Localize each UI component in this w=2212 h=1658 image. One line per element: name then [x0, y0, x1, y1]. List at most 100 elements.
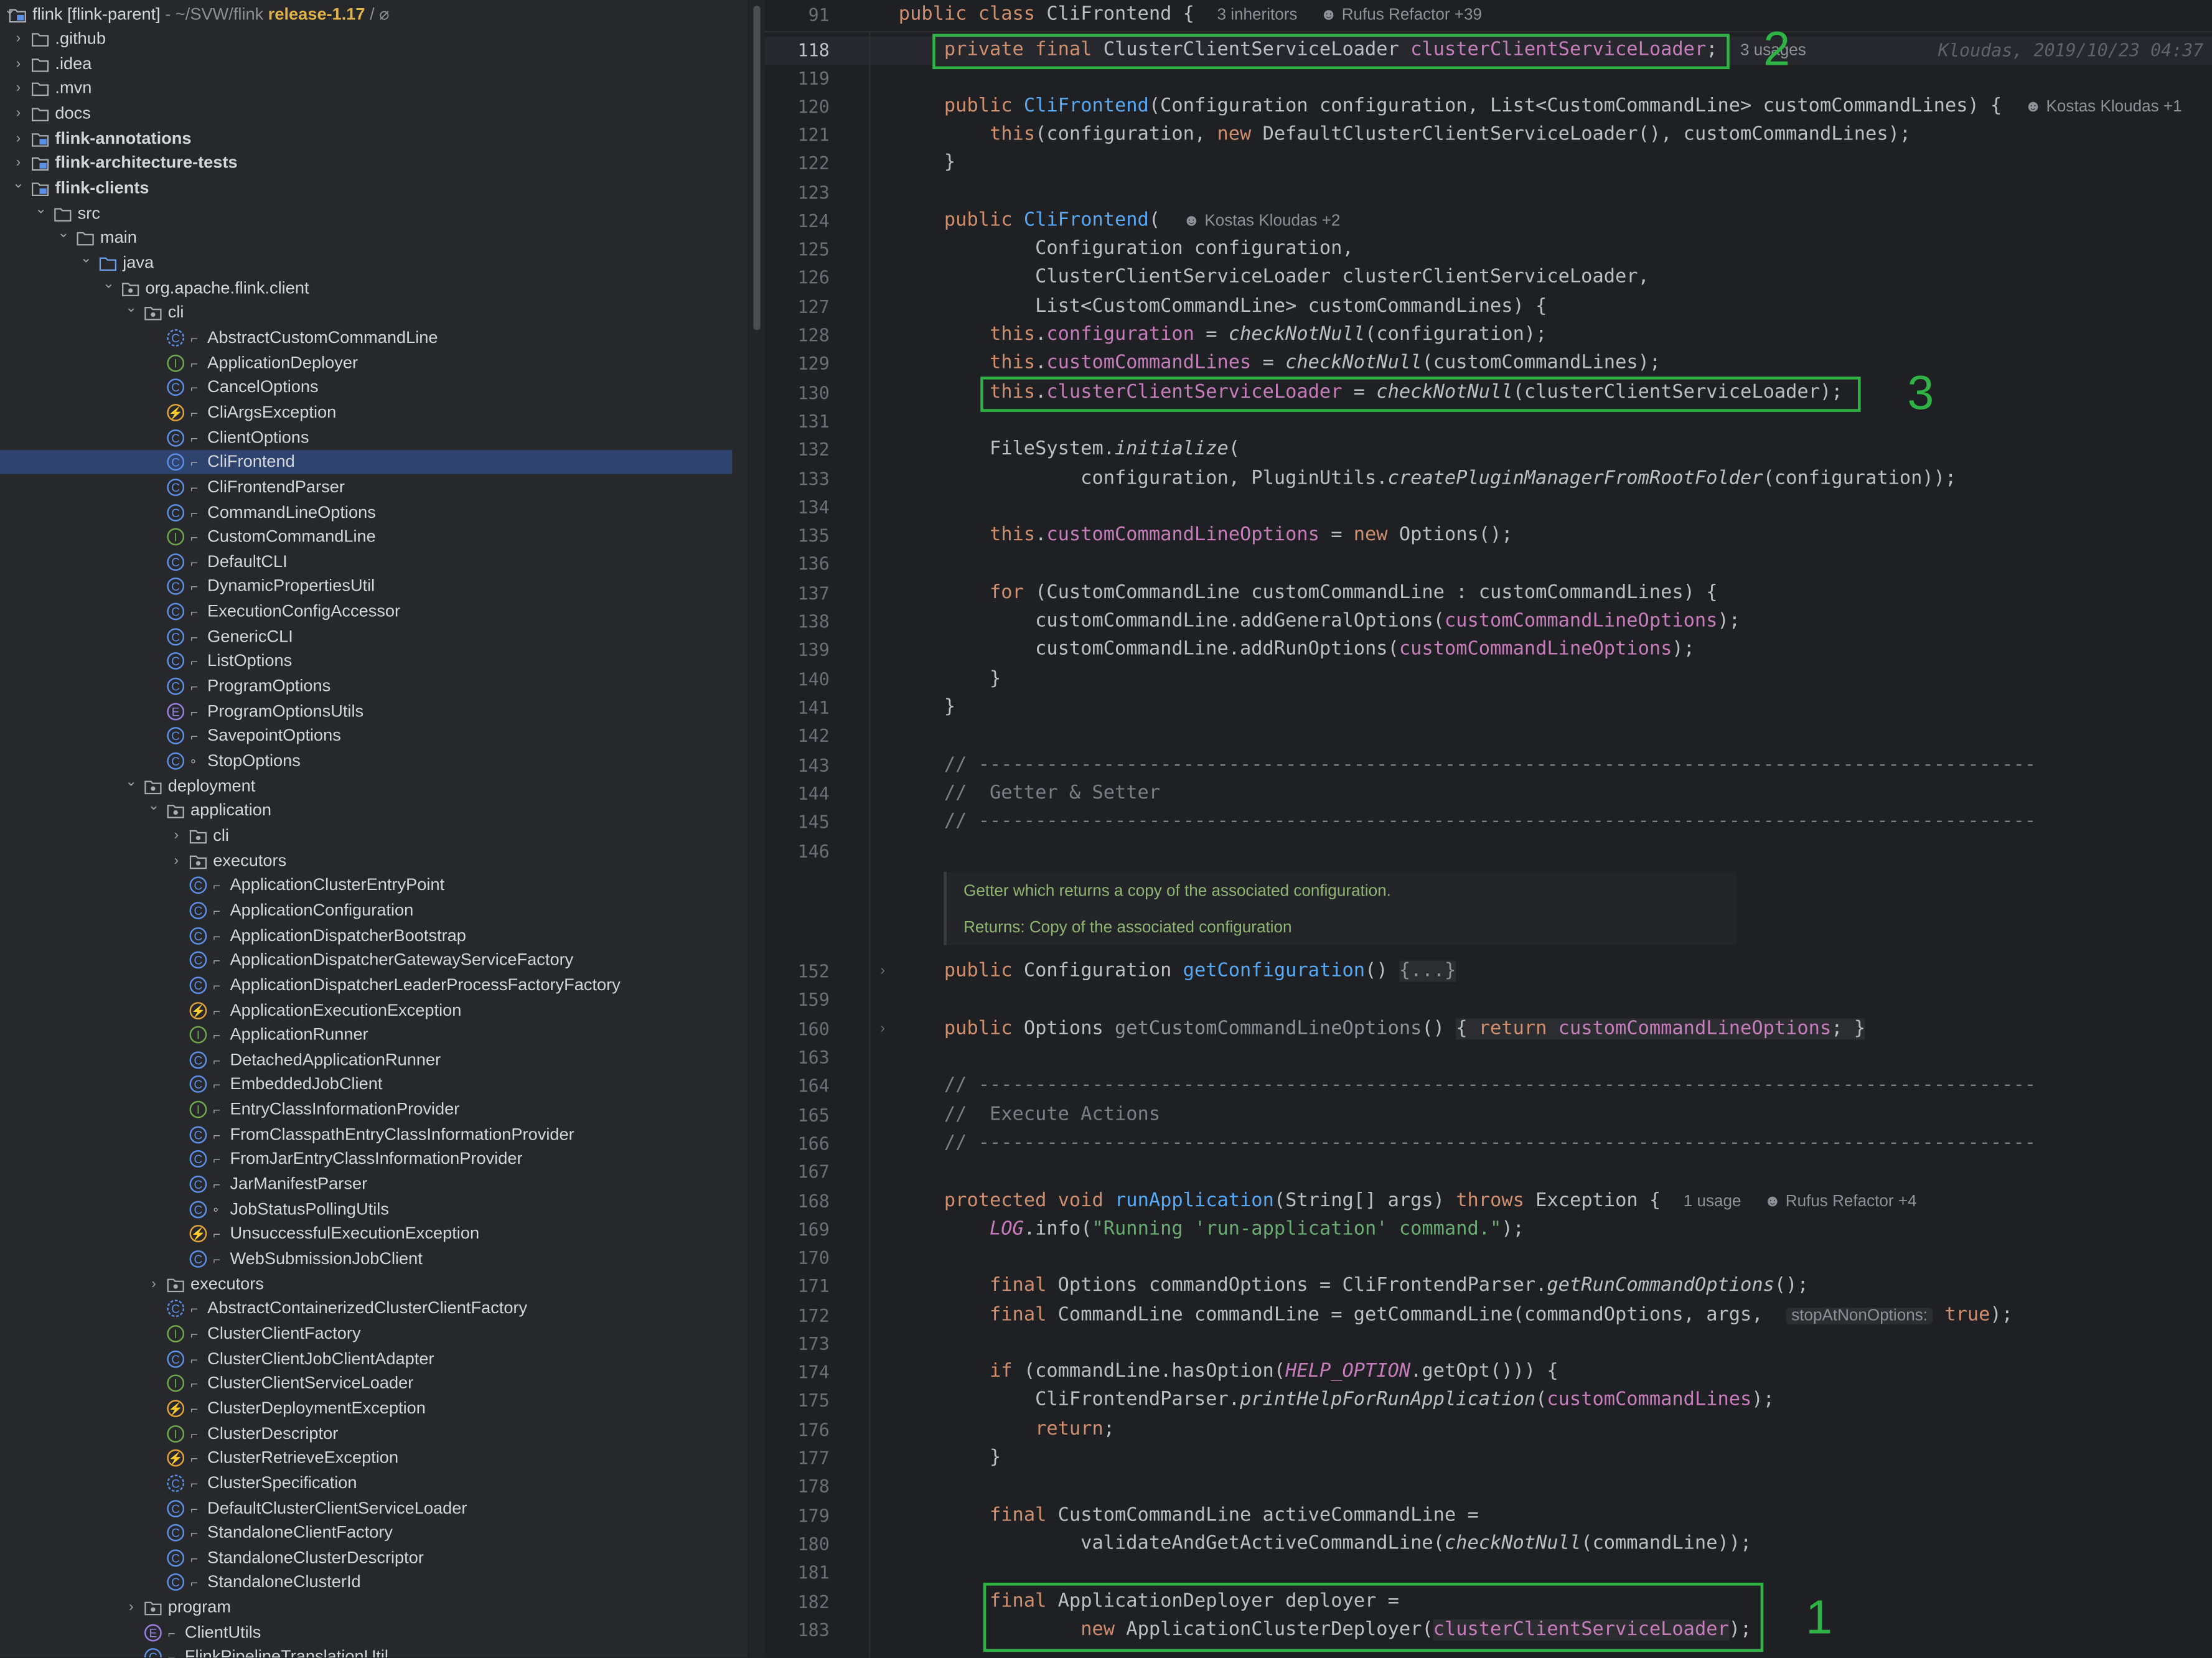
chevron-down-icon[interactable]: ⌄	[11, 172, 26, 197]
author-hint[interactable]: ☻ Kostas Kloudas +1	[2025, 99, 2182, 116]
line-number[interactable]: 137	[764, 580, 830, 608]
chevron-right-icon[interactable]: ›	[11, 101, 26, 126]
tree-node[interactable]: C ⌐ ApplicationClusterEntryPoint	[0, 874, 747, 898]
tree-node[interactable]: C ⌐ ApplicationConfiguration	[0, 899, 747, 923]
tree-node[interactable]: C ⌐ DefaultClusterClientServiceLoader	[0, 1496, 747, 1520]
line-number[interactable]: 136	[764, 550, 830, 578]
line-number[interactable]: 176	[764, 1417, 830, 1445]
line-number[interactable]: 141	[764, 694, 830, 722]
chevron-right-icon[interactable]: ›	[169, 849, 184, 873]
line-number[interactable]: 127	[764, 293, 830, 321]
line-number[interactable]: 132	[764, 436, 830, 464]
tree-node[interactable]: C ⌐ StandaloneClusterDescriptor	[0, 1546, 747, 1570]
line-number[interactable]: 118	[764, 37, 830, 65]
tree-node[interactable]: ⚡ ⌐ ClusterDeploymentException	[0, 1397, 747, 1421]
line-number[interactable]: 173	[764, 1330, 830, 1358]
line-number[interactable]: 175	[764, 1387, 830, 1415]
chevron-right-icon[interactable]: ›	[11, 27, 26, 51]
tree-node[interactable]: I ⌐ ClusterDescriptor	[0, 1421, 747, 1446]
tree-node[interactable]: C ⌐ FromClasspathEntryClassInformationProv…	[0, 1123, 747, 1147]
tree-node[interactable]: › .idea	[0, 52, 747, 76]
tree-node[interactable]: C ⌐ CancelOptions	[0, 375, 747, 400]
tree-node[interactable]: C ⌐ JarManifestParser	[0, 1173, 747, 1197]
line-number[interactable]: 146	[764, 838, 830, 866]
tree-node[interactable]: C ⌐ CliFrontendParser	[0, 475, 747, 499]
tree-node[interactable]: C ⌐ EmbeddedJobClient	[0, 1073, 747, 1097]
chevron-right-icon[interactable]: ›	[11, 77, 26, 101]
tree-scrollbar-thumb[interactable]	[753, 6, 761, 330]
tree-node[interactable]: C ⌐ DynamicPropertiesUtil	[0, 574, 747, 599]
rendered-javadoc[interactable]: Getter which returns a copy of the assoc…	[944, 871, 1737, 945]
line-number[interactable]: 123	[764, 179, 830, 207]
line-number[interactable]: 128	[764, 322, 830, 350]
tree-node[interactable]: C ⌐ GenericCLI	[0, 625, 747, 649]
tree-node[interactable]: C ⌐ DefaultCLI	[0, 550, 747, 574]
line-number[interactable]: 122	[764, 149, 830, 177]
line-number[interactable]: 124	[764, 207, 830, 235]
line-number[interactable]: 174	[764, 1359, 830, 1387]
tree-node[interactable]: › executors	[0, 849, 747, 873]
tree-node[interactable]: C ⌐ ClusterClientJobClientAdapter	[0, 1347, 747, 1371]
tree-node[interactable]: C ⌐ CliFrontend	[0, 450, 733, 474]
chevron-down-icon[interactable]: ⌄	[124, 297, 138, 321]
project-root-node[interactable]: ⌄ flink [flink-parent] - ~/SVW/flink rele…	[0, 2, 747, 26]
tree-node[interactable]: › docs	[0, 101, 747, 126]
line-number[interactable]: 120	[764, 93, 830, 121]
line-number[interactable]: 119	[764, 65, 830, 93]
line-number[interactable]: 178	[764, 1473, 830, 1501]
line-number[interactable]: 121	[764, 121, 830, 149]
line-number[interactable]: 134	[764, 494, 830, 522]
line-number[interactable]: 133	[764, 466, 830, 494]
chevron-right-icon[interactable]: ›	[147, 1272, 161, 1296]
line-number[interactable]: 159	[764, 986, 830, 1014]
tree-node[interactable]: C ⌐ ApplicationDispatcherLeaderProcessFact…	[0, 973, 747, 998]
tree-node[interactable]: C ⌐ StandaloneClusterId	[0, 1571, 747, 1595]
tree-node[interactable]: C ⌐ ClientOptions	[0, 425, 747, 449]
tree-node[interactable]: ⚡ ⌐ ApplicationExecutionException	[0, 998, 747, 1023]
tree-node[interactable]: ⌄ org.apache.flink.client	[0, 276, 747, 300]
tree-node[interactable]: ⌄ application	[0, 799, 747, 823]
tree-node[interactable]: › .github	[0, 27, 747, 51]
line-number[interactable]: 169	[764, 1216, 830, 1244]
tree-node[interactable]: C ⌐ CommandLineOptions	[0, 500, 747, 525]
tree-node[interactable]: ⌄ deployment	[0, 774, 747, 799]
line-number[interactable]: 180	[764, 1530, 830, 1558]
line-number[interactable]: 170	[764, 1244, 830, 1272]
tree-node[interactable]: C ⌐ StandaloneClientFactory	[0, 1521, 747, 1545]
tree-scrollbar[interactable]	[749, 0, 765, 1658]
line-number[interactable]: 171	[764, 1272, 830, 1300]
line-number[interactable]: 164	[764, 1072, 830, 1100]
line-number[interactable]: 168	[764, 1187, 830, 1215]
tree-node[interactable]: I ⌐ ClusterClientFactory	[0, 1322, 747, 1346]
chevron-down-icon[interactable]: ⌄	[101, 272, 116, 296]
line-number[interactable]: 181	[764, 1559, 830, 1587]
line-number[interactable]: 125	[764, 236, 830, 264]
line-number[interactable]: 165	[764, 1102, 830, 1130]
chevron-down-icon[interactable]: ⌄	[79, 247, 93, 271]
chevron-right-icon[interactable]: ›	[11, 126, 26, 151]
line-number[interactable]: 160	[764, 1016, 830, 1044]
tree-node[interactable]: C ⌐ WebSubmissionJobClient	[0, 1247, 747, 1272]
author-hint[interactable]: ☻ Rufus Refactor +39	[1320, 7, 1482, 24]
line-number[interactable]: 182	[764, 1588, 830, 1616]
line-number[interactable]: 145	[764, 808, 830, 836]
tree-node[interactable]: I ⌐ CustomCommandLine	[0, 525, 747, 549]
line-number[interactable]: 167	[764, 1158, 830, 1186]
tree-node[interactable]: C ⌐ ClusterSpecification	[0, 1471, 747, 1496]
tree-node[interactable]: › program	[0, 1596, 747, 1620]
tree-node[interactable]: C ⌐ ApplicationDispatcherGatewayServiceFac…	[0, 948, 747, 973]
line-number[interactable]: 144	[764, 780, 830, 808]
tree-node[interactable]: › .mvn	[0, 77, 747, 101]
vcs-branch[interactable]: release-1.17	[268, 4, 365, 24]
tree-node[interactable]: C ⌐ AbstractCustomCommandLine	[0, 326, 747, 350]
line-number[interactable]: 143	[764, 752, 830, 780]
tree-node[interactable]: C ⌐ ListOptions	[0, 650, 747, 674]
tree-node[interactable]: C ⌐ FromJarEntryClassInformationProvider	[0, 1148, 747, 1172]
tree-node[interactable]: I ⌐ EntryClassInformationProvider	[0, 1098, 747, 1122]
tree-node[interactable]: ⚡ ⌐ ClusterRetrieveException	[0, 1446, 747, 1471]
chevron-right-icon[interactable]: ›	[124, 1596, 138, 1620]
tree-node[interactable]: I ⌐ ApplicationRunner	[0, 1023, 747, 1047]
tree-node[interactable]: I ⌐ ClusterClientServiceLoader	[0, 1372, 747, 1396]
tree-node[interactable]: C ⌐ ExecutionConfigAccessor	[0, 600, 747, 624]
tree-node[interactable]: I ⌐ ApplicationDeployer	[0, 350, 747, 375]
